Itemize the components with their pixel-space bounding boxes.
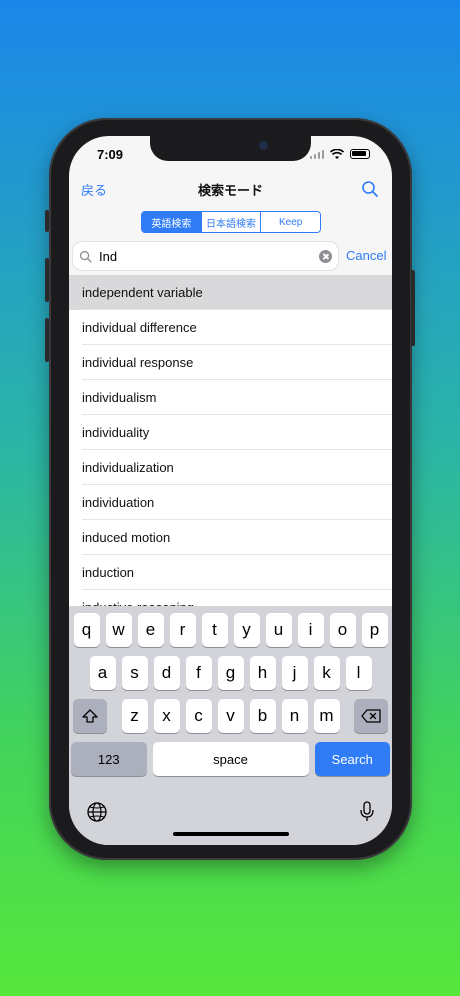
keyboard-row-3: z x c v b n m — [69, 699, 392, 733]
wifi-icon — [330, 148, 344, 159]
key-h[interactable]: h — [249, 656, 276, 690]
phone-screen: 7:09 戻る 検索モード 英語検索 日本語検索 Keep Ind Cancel… — [69, 136, 392, 845]
results-list: independent variable individual differen… — [69, 275, 392, 606]
status-time: 7:09 — [97, 146, 124, 162]
segment-japanese-search[interactable]: 日本語検索 — [201, 212, 262, 232]
microphone-icon[interactable] — [359, 800, 375, 824]
key-p[interactable]: p — [361, 613, 388, 647]
key-w[interactable]: w — [105, 613, 132, 647]
key-s[interactable]: s — [121, 656, 148, 690]
clear-icon[interactable] — [319, 249, 332, 263]
list-item[interactable]: individuality — [69, 415, 392, 450]
list-item[interactable]: individualization — [69, 450, 392, 485]
key-m[interactable]: m — [313, 699, 340, 733]
front-camera — [259, 141, 268, 150]
status-icons — [310, 148, 370, 160]
list-item[interactable]: induction — [69, 555, 392, 590]
keyboard-row-4: 123 space Search — [69, 742, 392, 776]
key-x[interactable]: x — [153, 699, 180, 733]
key-y[interactable]: y — [233, 613, 260, 647]
search-icon[interactable] — [360, 179, 380, 199]
key-t[interactable]: t — [201, 613, 228, 647]
key-c[interactable]: c — [185, 699, 212, 733]
list-item[interactable]: individualism — [69, 380, 392, 415]
search-input[interactable] — [97, 247, 319, 265]
list-item[interactable]: individual difference — [69, 310, 392, 345]
segment-keep[interactable]: Keep — [261, 212, 320, 232]
keyboard: q w e r t y u i o p a s d f g h j k l z … — [69, 606, 392, 845]
letter-keys: z x c v b n m — [121, 699, 340, 733]
notch — [150, 136, 311, 161]
key-u[interactable]: u — [265, 613, 292, 647]
keyboard-row-2: a s d f g h j k l — [69, 656, 392, 690]
delete-key[interactable] — [354, 699, 388, 733]
globe-icon[interactable] — [86, 801, 108, 823]
keyboard-row-1: q w e r t y u i o p — [69, 613, 392, 647]
list-item[interactable]: individuation — [69, 485, 392, 520]
shift-icon — [82, 709, 98, 723]
list-item[interactable]: induced motion — [69, 520, 392, 555]
home-indicator — [173, 832, 289, 836]
cancel-button[interactable]: Cancel — [346, 248, 386, 263]
power-button — [411, 270, 415, 346]
search-mode-segmented-control: 英語検索 日本語検索 Keep — [141, 211, 321, 233]
key-i[interactable]: i — [297, 613, 324, 647]
silent-switch — [45, 210, 49, 232]
signal-icon — [310, 149, 324, 159]
search-bar — [73, 242, 338, 270]
key-a[interactable]: a — [89, 656, 116, 690]
volume-down-button — [45, 318, 49, 362]
search-icon — [79, 250, 92, 263]
key-d[interactable]: d — [153, 656, 180, 690]
search-key[interactable]: Search — [314, 742, 391, 776]
key-j[interactable]: j — [281, 656, 308, 690]
list-item[interactable]: individual response — [69, 345, 392, 380]
page-title: 検索モード — [197, 182, 263, 198]
key-e[interactable]: e — [137, 613, 164, 647]
key-b[interactable]: b — [249, 699, 276, 733]
shift-key[interactable] — [73, 699, 107, 733]
key-n[interactable]: n — [281, 699, 308, 733]
backspace-icon — [361, 709, 381, 723]
key-z[interactable]: z — [121, 699, 148, 733]
space-key[interactable]: space — [152, 742, 309, 776]
numbers-key[interactable]: 123 — [71, 742, 147, 776]
nav-bar: 戻る 検索モード — [69, 172, 392, 206]
key-o[interactable]: o — [329, 613, 356, 647]
volume-up-button — [45, 258, 49, 302]
battery-icon — [350, 149, 370, 159]
key-k[interactable]: k — [313, 656, 340, 690]
list-item[interactable]: independent variable — [69, 275, 392, 310]
segment-english-search[interactable]: 英語検索 — [142, 212, 202, 232]
list-item[interactable]: inductive reasoning — [69, 590, 392, 606]
key-f[interactable]: f — [185, 656, 212, 690]
key-v[interactable]: v — [217, 699, 244, 733]
key-r[interactable]: r — [169, 613, 196, 647]
key-g[interactable]: g — [217, 656, 244, 690]
key-l[interactable]: l — [345, 656, 372, 690]
back-button[interactable]: 戻る — [81, 180, 107, 199]
key-q[interactable]: q — [73, 613, 100, 647]
